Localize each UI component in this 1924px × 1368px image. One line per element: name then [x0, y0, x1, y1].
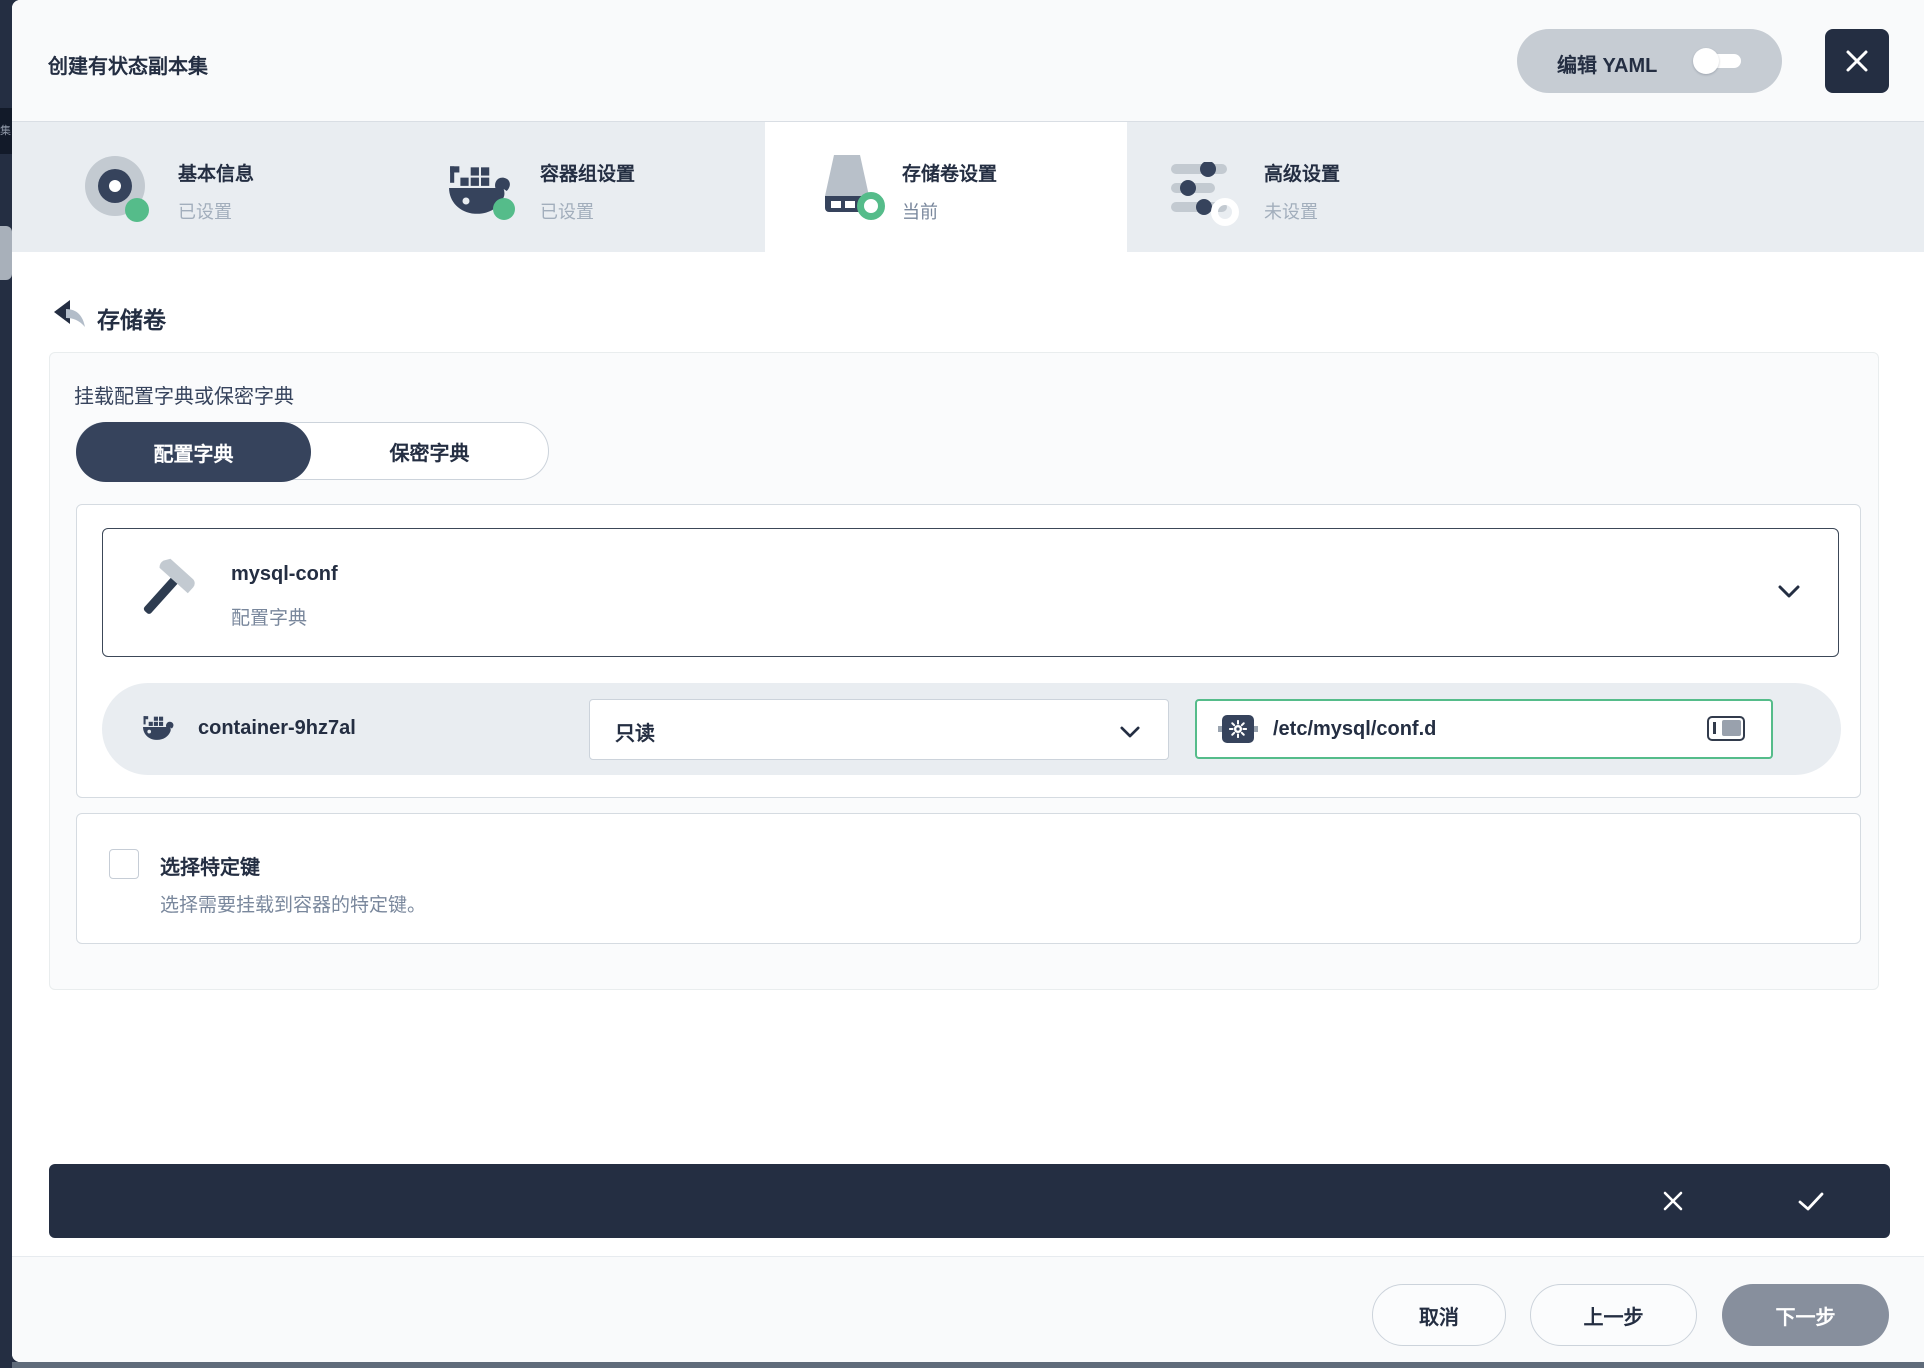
mount-source-label: 挂载配置字典或保密字典 [74, 380, 294, 409]
step-done-badge [493, 198, 515, 220]
gear-icon [1222, 715, 1254, 743]
mount-path-field [1195, 699, 1773, 759]
previous-step-button[interactable]: 上一步 [1530, 1284, 1697, 1346]
cancel-button[interactable]: 取消 [1372, 1284, 1506, 1346]
modal-header: 创建有状态副本集 编辑 YAML [12, 0, 1924, 122]
x-icon [1661, 1189, 1685, 1213]
close-icon [1842, 46, 1872, 76]
select-keys-description: 选择需要挂载到容器的特定键。 [160, 890, 426, 917]
next-step-button[interactable]: 下一步 [1722, 1284, 1889, 1346]
select-keys-checkbox[interactable] [109, 849, 139, 879]
step-basic-info[interactable]: 基本信息 已设置 [41, 122, 403, 252]
step-advanced-settings[interactable]: 高级设置 未设置 [1127, 122, 1489, 252]
background-page-fragment: 集 [0, 108, 12, 154]
template-icon[interactable] [1707, 716, 1745, 741]
yaml-toggle-switch-icon[interactable] [1693, 29, 1763, 93]
docker-icon [447, 162, 517, 228]
configmap-mount-card: mysql-conf 配置字典 container-9hz7al [76, 504, 1861, 798]
edit-yaml-label: 编辑 YAML [1557, 49, 1657, 78]
storage-icon [821, 154, 891, 220]
discard-row-button[interactable] [1661, 1189, 1685, 1218]
back-arrow-icon[interactable] [53, 300, 87, 330]
step-done-badge [125, 198, 149, 222]
step-label: 高级设置 [1264, 159, 1340, 186]
check-icon [1797, 1191, 1825, 1212]
background-page-bottom-strip [12, 1362, 1924, 1368]
step-volume-settings[interactable]: 存储卷设置 当前 [765, 122, 1127, 252]
create-statefulset-modal: 创建有状态副本集 编辑 YAML 基本信息 已设置 [12, 0, 1924, 1362]
step-status: 未设置 [1264, 198, 1318, 224]
select-keys-title: 选择特定键 [160, 851, 260, 880]
modal-title: 创建有状态副本集 [48, 50, 208, 79]
access-mode-value: 只读 [615, 717, 655, 746]
step-status: 当前 [902, 198, 938, 224]
background-page-fragment [0, 226, 12, 280]
step-pending-badge [1211, 198, 1239, 226]
mount-path-input[interactable] [1273, 701, 1653, 757]
step-pod-settings[interactable]: 容器组设置 已设置 [403, 122, 765, 252]
docker-icon [142, 714, 176, 742]
close-button[interactable] [1825, 29, 1889, 93]
section-heading: 存储卷 [97, 301, 166, 335]
tab-secret[interactable]: 保密字典 [311, 423, 548, 479]
step-status: 已设置 [178, 198, 232, 224]
edit-yaml-toggle[interactable]: 编辑 YAML [1517, 29, 1782, 93]
step-current-badge [857, 192, 885, 220]
container-mount-row: container-9hz7al 只读 [102, 683, 1841, 775]
container-name: container-9hz7al [198, 717, 356, 740]
row-confirm-bar [49, 1164, 1890, 1238]
toggle-knob [1693, 48, 1719, 74]
configmap-type-label: 配置字典 [231, 603, 307, 630]
wizard-steps-bar: 基本信息 已设置 容器组设置 已设置 [12, 122, 1924, 252]
configmap-select[interactable]: mysql-conf 配置字典 [102, 528, 1839, 657]
confirm-row-button[interactable] [1797, 1191, 1825, 1217]
step-status: 已设置 [540, 198, 594, 224]
volume-mount-panel: 挂载配置字典或保密字典 配置字典 保密字典 mysql-conf 配置字典 [49, 352, 1879, 990]
tab-configmap[interactable]: 配置字典 [76, 422, 311, 482]
chevron-down-icon [1778, 585, 1800, 603]
configmap-name: mysql-conf [231, 563, 338, 586]
hammer-icon [138, 558, 196, 626]
step-label: 容器组设置 [540, 159, 635, 186]
source-type-tabs: 配置字典 保密字典 [76, 422, 549, 480]
disc-icon [85, 156, 155, 222]
sliders-icon [1171, 162, 1241, 228]
select-keys-card: 选择特定键 选择需要挂载到容器的特定键。 [76, 813, 1861, 944]
step-label: 存储卷设置 [902, 159, 997, 186]
step-label: 基本信息 [178, 159, 254, 186]
chevron-down-icon [1120, 725, 1140, 743]
access-mode-select[interactable]: 只读 [589, 699, 1169, 760]
